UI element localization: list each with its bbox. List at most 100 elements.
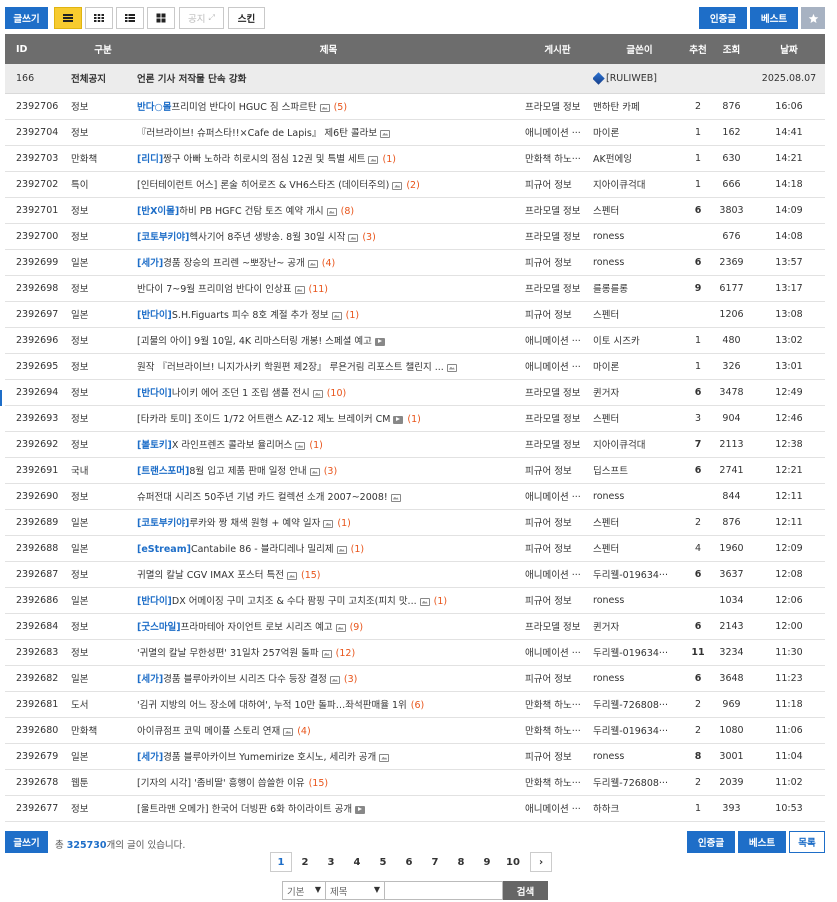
post-author[interactable]: 두리웰-019634··· bbox=[593, 717, 686, 744]
post-author[interactable]: 지아이큐걱대 bbox=[593, 171, 686, 198]
post-author[interactable]: 두리웰-019634··· bbox=[593, 561, 686, 588]
post-title[interactable]: S.H.Figuarts 피수 8호 계절 추가 정보 bbox=[172, 310, 329, 321]
post-title-cell[interactable]: [반X이몰]하비 PB HGFC 건탐 토즈 예약 개시 (8) bbox=[135, 197, 522, 224]
post-title[interactable]: [괴물의 아이] 9월 10일, 4K 리마스터링 개봉! 스페셜 예고 bbox=[137, 336, 372, 347]
table-row[interactable]: 2392689 일본 [코토부키야]루카와 짱 채색 원형 + 예약 일자 (1) 피규… bbox=[5, 509, 825, 536]
post-title-cell[interactable]: 아이큐점프 코믹 메이플 스토리 연재 (4) bbox=[135, 717, 522, 744]
comment-count[interactable]: (15) bbox=[309, 778, 329, 789]
comment-count[interactable]: (3) bbox=[344, 674, 357, 685]
view-thumb-list-icon[interactable] bbox=[116, 7, 144, 29]
table-row[interactable]: 2392681 도서 '김귀 지방의 어느 장소에 대하여', 누적 10만 돌파…… bbox=[5, 691, 825, 718]
post-author[interactable]: 딥스프트 bbox=[593, 457, 686, 484]
table-row[interactable]: 2392701 정보 [반X이몰]하비 PB HGFC 건탐 토즈 예약 개시 (8)… bbox=[5, 197, 825, 224]
page-link[interactable]: 9 bbox=[474, 852, 500, 872]
post-author[interactable]: 두리웰-726808··· bbox=[593, 769, 686, 796]
table-row[interactable]: 2392680 만화책 아이큐점프 코믹 메이플 스토리 연재 (4) 만화책 하노··… bbox=[5, 717, 825, 744]
post-title-cell[interactable]: [괴물의 아이] 9월 10일, 4K 리마스터링 개봉! 스페셜 예고 bbox=[135, 327, 522, 354]
post-title-cell[interactable]: [세가]경품 블루아카이브 시리즈 다수 등장 결정 (3) bbox=[135, 665, 522, 692]
post-title[interactable]: 반다이 7~9월 프리미엄 반다이 인상표 bbox=[137, 284, 292, 295]
post-title[interactable]: 아이큐점프 코믹 메이플 스토리 연재 bbox=[137, 726, 280, 737]
post-title[interactable]: [인터테이런트 어스] 론술 히어로즈 & VH6스타즈 (데이터주의) bbox=[137, 180, 389, 191]
post-author[interactable]: AK펀에잉 bbox=[593, 145, 686, 172]
comment-count[interactable]: (1) bbox=[407, 414, 420, 425]
post-author[interactable]: 스펜터 bbox=[593, 301, 686, 328]
post-board[interactable]: 피규어 정보 bbox=[522, 249, 593, 276]
page-link[interactable]: 10 bbox=[500, 852, 526, 872]
post-author[interactable]: 두리웰-019634··· bbox=[593, 639, 686, 666]
page-link[interactable]: 3 bbox=[318, 852, 344, 872]
table-row[interactable]: 2392698 정보 반다이 7~9월 프리미엄 반다이 인상표 (11) 프라모델 정… bbox=[5, 275, 825, 302]
best-button[interactable]: 베스트 bbox=[750, 7, 798, 29]
post-author[interactable]: roness bbox=[593, 587, 686, 614]
search-input[interactable] bbox=[385, 881, 503, 900]
post-board[interactable]: 피규어 정보 bbox=[522, 457, 593, 484]
write-button[interactable]: 글쓰기 bbox=[5, 7, 48, 29]
comment-count[interactable]: (4) bbox=[322, 258, 335, 269]
post-title[interactable]: 짱구 아빠 노하라 히로시의 점심 12권 및 특별 세트 bbox=[163, 154, 365, 165]
table-row[interactable]: 2392677 정보 [울트라맨 오메가] 한국어 더빙판 6화 하이라이트 공개 애… bbox=[5, 795, 825, 822]
post-board[interactable]: 피규어 정보 bbox=[522, 665, 593, 692]
comment-count[interactable]: (2) bbox=[406, 180, 419, 191]
bottom-write-button[interactable]: 글쓰기 bbox=[5, 831, 48, 853]
post-board[interactable]: 애니메이션 ··· bbox=[522, 795, 593, 822]
post-title-cell[interactable]: [인터테이런트 어스] 론술 히어로즈 & VH6스타즈 (데이터주의) (2) bbox=[135, 171, 522, 198]
comment-count[interactable]: (15) bbox=[301, 570, 321, 581]
post-board[interactable]: 피규어 정보 bbox=[522, 587, 593, 614]
post-title[interactable]: '김귀 지방의 어느 장소에 대하여', 누적 10만 돌파…좌석판매율 1위 bbox=[137, 700, 407, 711]
post-title-cell[interactable]: '귀멸의 칼날 무한성편' 31일차 257억원 돌파 (12) bbox=[135, 639, 522, 666]
comment-count[interactable]: (11) bbox=[309, 284, 329, 295]
table-row[interactable]: 2392703 만화책 [리디]짱구 아빠 노하라 히로시의 점심 12권 및 특별… bbox=[5, 145, 825, 172]
post-author[interactable]: 맨하탄 카페 bbox=[593, 93, 686, 120]
post-title-cell[interactable]: [코토부키야]루카와 짱 채색 원형 + 예약 일자 (1) bbox=[135, 509, 522, 536]
post-title-cell[interactable]: 『러브라이브! 슈퍼스타!!×Cafe de Lapis』 제6탄 콜라보 bbox=[135, 119, 522, 146]
post-title-cell[interactable]: [세가]경품 블루아카이브 Yumemirize 호시노, 세리카 공개 bbox=[135, 743, 522, 770]
post-board[interactable]: 프라모델 정보 bbox=[522, 431, 593, 458]
table-row[interactable]: 2392682 일본 [세가]경품 블루아카이브 시리즈 다수 등장 결정 (3) 피규… bbox=[5, 665, 825, 692]
post-author[interactable]: 두리웰-726808··· bbox=[593, 691, 686, 718]
comment-count[interactable]: (3) bbox=[324, 466, 337, 477]
post-title-cell[interactable]: 슈퍼전대 시리즈 50주년 기념 카드 컬렉션 소개 2007~2008! bbox=[135, 483, 522, 510]
post-board[interactable]: 피규어 정보 bbox=[522, 171, 593, 198]
list-button[interactable]: 목록 bbox=[789, 831, 825, 853]
post-board[interactable]: 피규어 정보 bbox=[522, 743, 593, 770]
comment-count[interactable]: (1) bbox=[337, 518, 350, 529]
post-title[interactable]: X 라인프렌즈 콜라보 율리머스 bbox=[172, 440, 292, 451]
column-views[interactable]: 조회 bbox=[710, 34, 753, 64]
post-title[interactable]: 프라마테아 자이언트 로보 시리즈 예고 bbox=[181, 622, 333, 633]
post-board[interactable]: 애니메이션 ··· bbox=[522, 119, 593, 146]
skin-button[interactable]: 스킨 bbox=[228, 7, 265, 29]
post-author[interactable]: 지아이큐걱대 bbox=[593, 431, 686, 458]
table-row[interactable]: 2392702 특이 [인터테이런트 어스] 론술 히어로즈 & VH6스타즈 (데… bbox=[5, 171, 825, 198]
post-title-cell[interactable]: [트랜스포머]8월 입고 제품 판매 일정 안내 (3) bbox=[135, 457, 522, 484]
table-row[interactable]: 2392696 정보 [괴물의 아이] 9월 10일, 4K 리마스터링 개봉! 스… bbox=[5, 327, 825, 354]
table-row[interactable]: 2392678 웹툰 [기자의 시각] '좀비딸' 흥행이 씁쓸한 이유 (15) 만화… bbox=[5, 769, 825, 796]
post-title-cell[interactable]: [반다이]나이키 에어 조던 1 조립 샘플 전시 (10) bbox=[135, 379, 522, 406]
post-board[interactable]: 프라모델 정보 bbox=[522, 197, 593, 224]
post-title[interactable]: 『러브라이브! 슈퍼스타!!×Cafe de Lapis』 제6탄 콜라보 bbox=[137, 128, 377, 139]
post-author[interactable]: 이토 시즈카 bbox=[593, 327, 686, 354]
comment-count[interactable]: (9) bbox=[350, 622, 363, 633]
post-title-cell[interactable]: 반다○몰프리미엄 반다이 HGUC 짐 스파르탄 (5) bbox=[135, 93, 522, 120]
comment-count[interactable]: (1) bbox=[434, 596, 447, 607]
post-board[interactable]: 피규어 정보 bbox=[522, 301, 593, 328]
post-board[interactable]: 만화책 하노··· bbox=[522, 717, 593, 744]
page-link[interactable]: 2 bbox=[292, 852, 318, 872]
post-board[interactable]: 프라모델 정보 bbox=[522, 275, 593, 302]
post-title[interactable]: 슈퍼전대 시리즈 50주년 기념 카드 컬렉션 소개 2007~2008! bbox=[137, 492, 388, 503]
post-board[interactable]: 애니메이션 ··· bbox=[522, 483, 593, 510]
post-title[interactable]: 프리미엄 반다이 HGUC 짐 스파르탄 bbox=[172, 102, 317, 113]
post-board[interactable]: 피규어 정보 bbox=[522, 509, 593, 536]
post-title[interactable]: 경품 블루아카이브 시리즈 다수 등장 결정 bbox=[163, 674, 327, 685]
post-title-cell[interactable]: [코토부키야]헥사기어 8주년 생방송. 8월 30일 시작 (3) bbox=[135, 223, 522, 250]
table-row[interactable]: 2392683 정보 '귀멸의 칼날 무한성편' 31일차 257억원 돌파 (12)… bbox=[5, 639, 825, 666]
post-title[interactable]: 나이키 에어 조던 1 조립 샘플 전시 bbox=[172, 388, 310, 399]
post-author[interactable]: 퀸거자 bbox=[593, 613, 686, 640]
column-id[interactable]: ID bbox=[5, 34, 71, 64]
comment-count[interactable]: (3) bbox=[362, 232, 375, 243]
next-page-icon[interactable]: › bbox=[530, 852, 552, 872]
post-board[interactable]: 애니메이션 ··· bbox=[522, 327, 593, 354]
post-author[interactable]: roness bbox=[593, 743, 686, 770]
post-title[interactable]: [타카라 토미] 조이드 1/72 어트랜스 AZ-12 제노 브레이커 CM bbox=[137, 414, 390, 425]
post-author[interactable]: 를롱를롱 bbox=[593, 275, 686, 302]
comment-count[interactable]: (1) bbox=[346, 310, 359, 321]
